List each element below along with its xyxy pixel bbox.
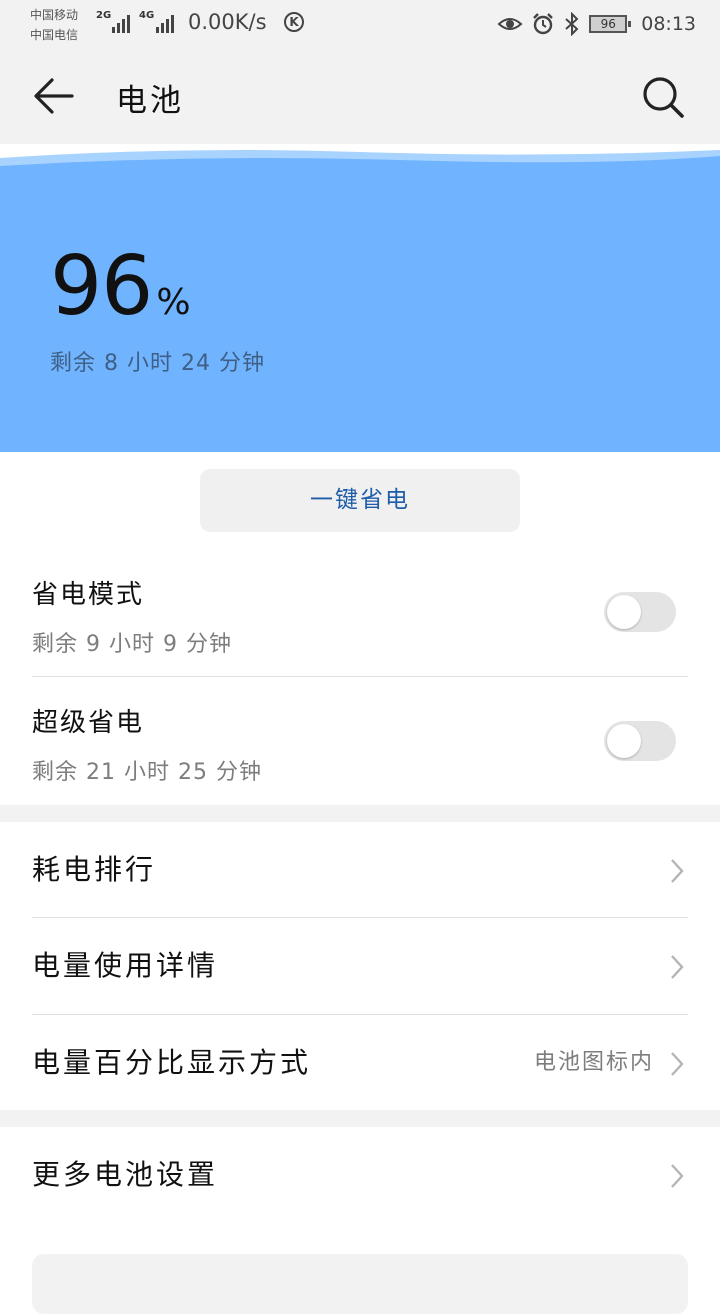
- search-icon[interactable]: [640, 74, 686, 120]
- status-bar: 中国移动 中国电信 2G 4G 0.00K/s K 96 08:13: [0, 0, 720, 48]
- clock: 08:13: [641, 13, 696, 35]
- list-item-value: 电池图标内: [533, 1050, 654, 1075]
- network-type-1: 2G: [96, 10, 112, 21]
- usage-details-row[interactable]: 电量使用详情: [32, 918, 688, 1014]
- toggle-knob: [607, 595, 641, 629]
- one-key-save-button[interactable]: 一键省电: [200, 469, 520, 532]
- eye-icon: [497, 18, 523, 30]
- battery-percentage: 96%: [50, 239, 191, 334]
- wave-decoration: [0, 144, 720, 174]
- bottom-card: [32, 1254, 688, 1314]
- list-item-label: 更多电池设置: [32, 1158, 219, 1191]
- list-item-label: 耗电排行: [32, 853, 157, 886]
- power-ranking-row[interactable]: 耗电排行: [32, 822, 688, 918]
- section-separator: [0, 805, 720, 822]
- battery-icon: 96: [589, 15, 632, 33]
- remaining-time: 剩余 8 小时 24 分钟: [50, 351, 265, 376]
- row-title: 省电模式: [32, 580, 145, 610]
- bluetooth-icon: [565, 12, 579, 36]
- row-subtitle: 剩余 9 小时 9 分钟: [32, 632, 232, 657]
- page-title: 电池: [116, 83, 184, 119]
- super-power-saving-row[interactable]: 超级省电 剩余 21 小时 25 分钟: [32, 678, 688, 806]
- k-icon: K: [284, 12, 304, 32]
- section-separator: [0, 1110, 720, 1127]
- network-speed: 0.00K/s: [188, 10, 267, 34]
- chevron-right-icon: [671, 1052, 684, 1076]
- signal-icon: [156, 13, 174, 33]
- carrier-2: 中国电信: [30, 28, 79, 42]
- percentage-display-row[interactable]: 电量百分比显示方式 电池图标内: [32, 1015, 688, 1111]
- back-arrow-icon[interactable]: [32, 76, 76, 116]
- percent-sign: %: [156, 282, 190, 323]
- chevron-right-icon: [671, 1164, 684, 1188]
- row-subtitle: 剩余 21 小时 25 分钟: [32, 760, 262, 785]
- power-saving-mode-row[interactable]: 省电模式 剩余 9 小时 9 分钟: [32, 550, 688, 678]
- network-type-2: 4G: [139, 10, 155, 21]
- divider: [32, 676, 688, 677]
- carrier-1: 中国移动: [30, 8, 79, 22]
- row-title: 超级省电: [32, 708, 145, 738]
- carrier-names: 中国移动 中国电信: [30, 5, 78, 45]
- battery-status-panel: 96% 剩余 8 小时 24 分钟: [0, 144, 720, 452]
- battery-percent-value: 96: [50, 239, 153, 334]
- app-bar: 电池: [0, 48, 720, 144]
- status-icons: 96 08:13: [497, 8, 696, 40]
- list-item-label: 电量使用详情: [32, 949, 219, 982]
- alarm-icon: [533, 13, 554, 35]
- list-item-label: 电量百分比显示方式: [32, 1046, 312, 1079]
- chevron-right-icon: [671, 859, 684, 883]
- more-battery-settings-row[interactable]: 更多电池设置: [32, 1127, 688, 1223]
- chevron-right-icon: [671, 955, 684, 979]
- toggle-knob: [607, 724, 641, 758]
- super-power-saving-toggle[interactable]: [604, 721, 676, 761]
- signal-icon: [112, 13, 130, 33]
- power-saving-toggle[interactable]: [604, 592, 676, 632]
